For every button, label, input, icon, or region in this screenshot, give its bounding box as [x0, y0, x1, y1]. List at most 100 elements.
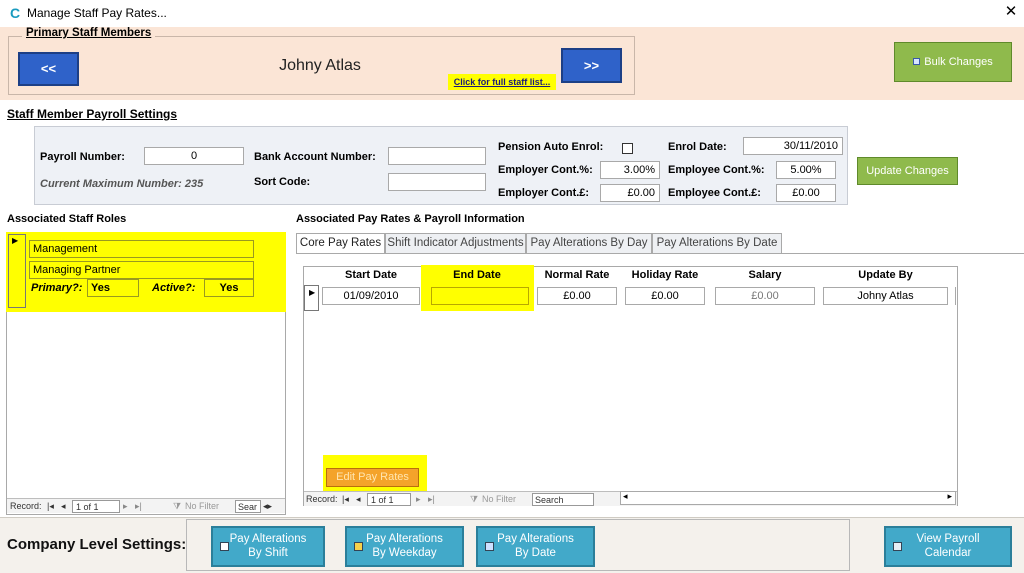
record-selector[interactable] [8, 234, 26, 308]
nav-next-icon[interactable]: ▸ [123, 500, 128, 513]
update-by-header: Update By [858, 269, 913, 281]
weekday-calendar-icon [354, 542, 363, 551]
salary-header: Salary [748, 269, 782, 281]
nav-prev-icon[interactable]: ◂ [61, 500, 66, 513]
btn-line-1: Pay Alterations [497, 533, 574, 545]
employee-cont-pct-label: Employee Cont.%: [668, 164, 765, 176]
staff-roles-title: Associated Staff Roles [7, 213, 127, 225]
pay-alterations-by-weekday-button[interactable]: Pay Alterations By Weekday [345, 526, 464, 567]
calendar-icon [893, 542, 902, 551]
full-staff-list-link[interactable]: Click for full staff list... [448, 74, 556, 90]
record-label: Record: [306, 494, 338, 504]
search-field[interactable]: Search [532, 493, 594, 506]
next-staff-button[interactable]: >> [561, 48, 622, 83]
payroll-settings-title: Staff Member Payroll Settings [7, 107, 178, 121]
end-date-header: End Date [453, 269, 501, 281]
holiday-rate-field[interactable]: £0.00 [625, 287, 705, 305]
active-field[interactable]: Yes [204, 279, 254, 297]
active-label: Active?: [152, 282, 196, 294]
filter-icon[interactable]: ⧩ [470, 493, 478, 506]
btn-line-2: Calendar [924, 547, 972, 559]
employee-cont-pct-field[interactable]: 5.00% [776, 161, 836, 179]
close-icon[interactable]: ✕ [1002, 3, 1020, 21]
primary-label: Primary?: [31, 282, 83, 294]
scroll-left-icon[interactable]: ◂ [623, 491, 628, 502]
end-date-field[interactable] [431, 287, 529, 305]
salary-field[interactable]: £0.00 [715, 287, 815, 305]
record-label: Record: [10, 501, 42, 511]
company-settings-label: Company Level Settings: [7, 536, 187, 553]
pay-alterations-by-date-button[interactable]: Pay Alterations By Date [476, 526, 595, 567]
record-position-field[interactable]: 1 of 1 [367, 493, 411, 506]
start-date-field[interactable]: 01/09/2010 [322, 287, 420, 305]
staff-name: Johny Atlas [279, 57, 361, 74]
sort-code-field[interactable] [388, 173, 486, 191]
scroll-left-icon[interactable]: ◂▸ [263, 500, 272, 513]
subrole-field[interactable]: Managing Partner [29, 261, 254, 279]
record-position-field[interactable]: 1 of 1 [72, 500, 120, 513]
pension-auto-enrol-checkbox[interactable] [622, 143, 633, 154]
tab-pay-alterations-by-day[interactable]: Pay Alterations By Day [526, 233, 652, 253]
nav-last-icon[interactable]: ▸| [428, 493, 435, 506]
start-date-header: Start Date [345, 269, 397, 281]
btn-line-2: By Weekday [372, 547, 437, 559]
bank-account-field[interactable] [388, 147, 486, 165]
nav-first-icon[interactable]: |◂ [47, 500, 54, 513]
nav-last-icon[interactable]: ▸| [135, 500, 142, 513]
nav-prev-icon[interactable]: ◂ [356, 493, 361, 506]
record-pointer-icon: ▶ [12, 236, 19, 245]
employer-cont-pct-label: Employer Cont.%: [498, 164, 593, 176]
tab-pay-alterations-by-date[interactable]: Pay Alterations By Date [652, 233, 782, 253]
view-payroll-calendar-button[interactable]: View Payroll Calendar [884, 526, 1012, 567]
btn-line-1: Pay Alterations [229, 533, 307, 545]
holiday-rate-header: Holiday Rate [631, 269, 699, 281]
app-logo-icon: C [10, 5, 21, 21]
no-filter-label: No Filter [185, 501, 220, 511]
tab-core-pay-rates[interactable]: Core Pay Rates [296, 233, 385, 254]
bulk-changes-button[interactable]: Bulk Changes [894, 42, 1012, 82]
nav-first-icon[interactable]: |◂ [342, 493, 349, 506]
edit-pay-rates-button[interactable]: Edit Pay Rates [326, 468, 419, 487]
tab-divider [296, 253, 1024, 254]
role-field[interactable]: Management [29, 240, 254, 258]
update-changes-button[interactable]: Update Changes [857, 157, 958, 185]
pay-alterations-by-shift-button[interactable]: Pay Alterations By Shift [211, 526, 325, 567]
normal-rate-field[interactable]: £0.00 [537, 287, 617, 305]
bulk-changes-label: Bulk Changes [924, 56, 993, 68]
pay-rates-title: Associated Pay Rates & Payroll Informati… [296, 213, 525, 225]
bank-account-label: Bank Account Number: [254, 151, 376, 163]
tab-shift-indicator-adjustments[interactable]: Shift Indicator Adjustments [385, 233, 526, 253]
sort-code-label: Sort Code: [254, 176, 311, 188]
previous-staff-button[interactable]: << [18, 52, 79, 86]
more-columns-edge [955, 287, 959, 305]
current-max-number: Current Maximum Number: 235 [40, 178, 204, 190]
employer-cont-pct-field[interactable]: 3.00% [600, 161, 660, 179]
normal-rate-header: Normal Rate [544, 269, 610, 281]
btn-line-1: View Payroll [916, 533, 980, 545]
employer-cont-gbp-field[interactable]: £0.00 [600, 184, 660, 202]
pension-auto-enrol-label: Pension Auto Enrol: [498, 141, 604, 153]
payroll-number-field[interactable]: 0 [144, 147, 244, 165]
roles-record-navigator: Record: |◂ ◂ 1 of 1 ▸ ▸| ⧩ No Filter Sea… [7, 498, 285, 513]
primary-staff-legend: Primary Staff Members [22, 27, 156, 39]
nav-next-icon[interactable]: ▸ [416, 493, 421, 506]
horizontal-scrollbar[interactable]: ◂ ▸ [620, 491, 956, 505]
filter-icon[interactable]: ⧩ [173, 500, 181, 513]
date-calendar-icon [485, 542, 494, 551]
enrol-date-field[interactable]: 30/11/2010 [743, 137, 843, 155]
payroll-number-label: Payroll Number: [40, 151, 125, 163]
search-field[interactable]: Sear [235, 500, 261, 513]
primary-field[interactable]: Yes [87, 279, 139, 297]
btn-line-2: By Shift [248, 547, 288, 559]
employee-cont-gbp-label: Employee Cont.£: [668, 187, 761, 199]
scroll-right-icon[interactable]: ▸ [947, 491, 952, 502]
update-by-field[interactable]: Johny Atlas [823, 287, 948, 305]
window-title: Manage Staff Pay Rates... [27, 6, 167, 20]
employee-cont-gbp-field[interactable]: £0.00 [776, 184, 836, 202]
btn-line-2: By Date [515, 547, 556, 559]
row-pointer-icon: ▶ [309, 288, 316, 297]
btn-line-1: Pay Alterations [366, 533, 443, 545]
enrol-date-label: Enrol Date: [668, 141, 727, 153]
employer-cont-gbp-label: Employer Cont.£: [498, 187, 590, 199]
no-filter-label: No Filter [482, 494, 517, 504]
